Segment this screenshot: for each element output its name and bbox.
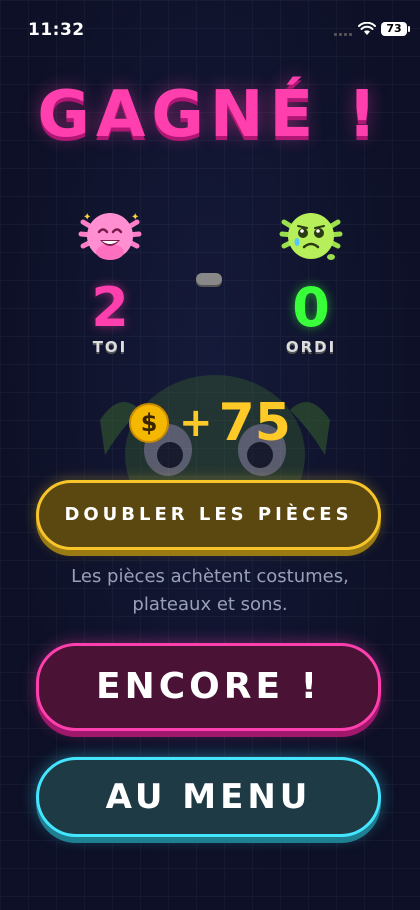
status-bar: 11:32 73 bbox=[0, 0, 420, 60]
happy-pink-axolotl-icon: ✦ ✦ bbox=[78, 212, 142, 260]
cpu-label: ORDI bbox=[285, 338, 337, 356]
double-coins-button[interactable]: DOUBLER LES PIÈCES bbox=[36, 480, 381, 550]
player-card-ordi: 0 ORDI bbox=[256, 200, 366, 356]
page-title: GAGNÉ ! bbox=[37, 78, 383, 152]
status-time: 11:32 bbox=[28, 20, 85, 40]
back-to-menu-button[interactable]: AU MENU bbox=[36, 757, 381, 837]
cellular-signal-icon bbox=[334, 33, 352, 36]
cpu-score: 0 bbox=[292, 276, 330, 339]
plus-icon: + bbox=[179, 400, 213, 446]
reward-amount: 75 bbox=[218, 393, 291, 453]
score-separator bbox=[196, 273, 222, 285]
sad-green-axolotl-icon bbox=[279, 213, 343, 260]
player-card-toi: ✦ ✦ 2 TOI bbox=[55, 200, 165, 356]
player-label: TOI bbox=[92, 338, 128, 356]
battery-icon: 73 bbox=[381, 22, 410, 36]
player-score: 2 bbox=[91, 276, 129, 339]
svg-text:✦: ✦ bbox=[83, 212, 91, 223]
coin-reward: $ + 75 bbox=[0, 395, 420, 451]
coins-hint-text: Les pièces achètent costumes, plateaux e… bbox=[0, 563, 420, 619]
coins-hint-line-1: Les pièces achètent costumes, bbox=[71, 566, 349, 587]
svg-text:✦: ✦ bbox=[131, 212, 139, 223]
coin-icon: $ bbox=[129, 403, 170, 443]
wifi-icon bbox=[358, 22, 376, 35]
coins-hint-line-2: plateaux et sons. bbox=[132, 594, 288, 615]
play-again-button[interactable]: ENCORE ! bbox=[36, 643, 381, 731]
